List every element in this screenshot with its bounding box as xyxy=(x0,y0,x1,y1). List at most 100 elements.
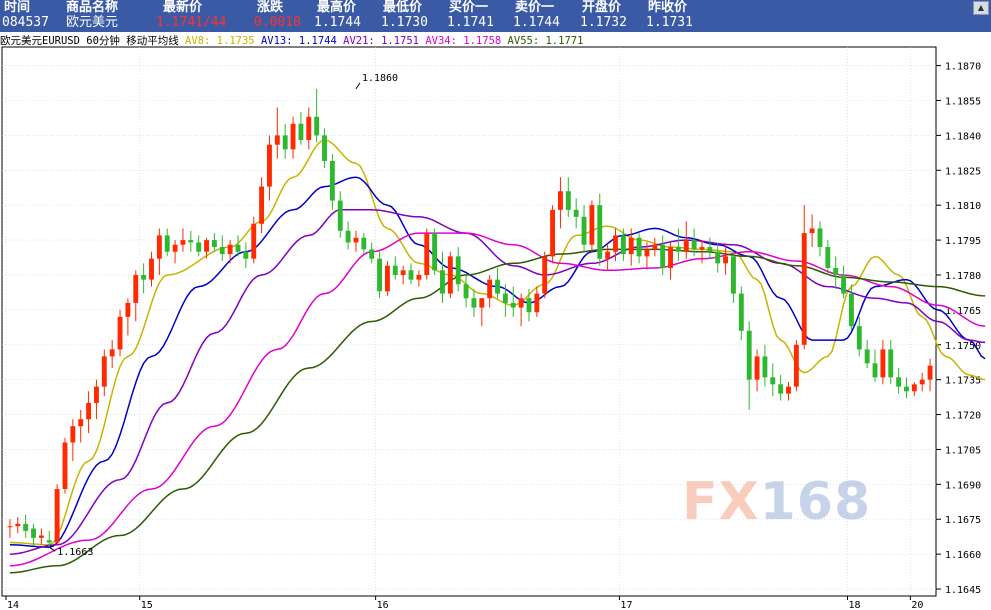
candle-up xyxy=(479,298,485,308)
candle-down xyxy=(526,298,532,313)
candle-down xyxy=(896,377,902,387)
candle-up xyxy=(809,228,815,234)
candle-down xyxy=(581,216,587,245)
y-tick-label: 1.1840 xyxy=(945,131,981,142)
y-tick-label: 1.1870 xyxy=(945,62,981,73)
candle-down xyxy=(188,240,194,243)
candle-up xyxy=(550,209,556,257)
candle-down xyxy=(817,228,823,248)
candle-down xyxy=(322,135,327,161)
candle-up xyxy=(204,240,209,252)
candle-down xyxy=(361,237,367,250)
candle-up xyxy=(589,205,595,245)
candle-up xyxy=(518,298,524,308)
candle-down xyxy=(471,298,477,308)
candle-down xyxy=(314,116,320,136)
candle-down xyxy=(337,200,343,231)
fx168-watermark-logo: FX168 xyxy=(682,474,871,530)
y-tick-label: 1.1765 xyxy=(945,306,981,317)
candle-up xyxy=(447,256,453,294)
candle-up xyxy=(274,135,280,145)
candle-down xyxy=(620,235,626,255)
candle-down xyxy=(738,293,744,331)
candle-up xyxy=(54,488,60,543)
candle-down xyxy=(573,209,579,217)
candle-down xyxy=(746,330,752,380)
candle-down xyxy=(219,247,225,255)
candle-up xyxy=(125,302,131,317)
candle-up xyxy=(558,191,563,210)
candle-up xyxy=(180,240,186,245)
candle-down xyxy=(762,356,768,378)
annotation-pointer xyxy=(355,82,361,90)
candle-up xyxy=(62,442,68,489)
candle-down xyxy=(904,386,909,392)
y-tick-label: 1.1795 xyxy=(945,236,981,247)
candle-up xyxy=(15,523,21,527)
y-tick-label: 1.1645 xyxy=(945,585,981,596)
candle-up xyxy=(424,233,430,275)
candle-up xyxy=(919,379,925,385)
candle-up xyxy=(156,235,162,259)
candle-down xyxy=(46,540,52,543)
candle-up xyxy=(628,237,634,255)
y-tick-label: 1.1825 xyxy=(945,166,981,177)
candle-up xyxy=(109,349,115,357)
candle-up xyxy=(7,526,13,528)
candle-down xyxy=(408,270,414,280)
candle-up xyxy=(38,535,44,538)
candle-up xyxy=(94,386,99,403)
x-tick-label: 20 xyxy=(911,600,923,610)
candle-down xyxy=(31,528,36,538)
candle-down xyxy=(864,349,870,364)
candle-down xyxy=(856,326,862,350)
candle-down xyxy=(345,230,351,243)
candle-up xyxy=(172,244,178,252)
candle-up xyxy=(723,256,729,264)
candle-up xyxy=(149,258,154,280)
y-tick-label: 1.1855 xyxy=(945,97,981,108)
candle-up xyxy=(353,237,359,243)
y-tick-label: 1.1810 xyxy=(945,201,981,212)
candle-down xyxy=(243,251,249,259)
candle-up xyxy=(416,274,422,280)
candle-up xyxy=(306,116,312,141)
candle-down xyxy=(432,233,438,271)
candle-down xyxy=(211,240,217,248)
x-tick-label: 17 xyxy=(620,600,632,610)
annotation-pointer xyxy=(48,546,56,552)
candle-down xyxy=(778,384,784,394)
candle-up xyxy=(683,240,689,252)
candle-down xyxy=(495,279,500,294)
x-tick-label: 18 xyxy=(848,600,860,610)
candle-down xyxy=(282,135,288,150)
y-tick-label: 1.1705 xyxy=(945,445,981,456)
candle-down xyxy=(369,249,375,259)
candle-up xyxy=(699,247,705,250)
x-tick-label: 15 xyxy=(141,600,153,610)
candle-down xyxy=(164,235,170,252)
candle-up xyxy=(911,384,917,392)
candle-up xyxy=(644,249,650,257)
x-tick-label: 16 xyxy=(377,600,389,610)
candle-down xyxy=(440,270,445,294)
candle-down xyxy=(455,256,461,285)
annotation-high-label: 1.1860 xyxy=(362,73,398,84)
candle-down xyxy=(141,274,147,280)
candle-down xyxy=(691,240,697,250)
candle-up xyxy=(133,274,139,303)
candle-up xyxy=(754,356,760,380)
candle-up xyxy=(70,426,76,443)
y-tick-label: 1.1675 xyxy=(945,515,981,526)
candle-down xyxy=(833,267,839,275)
candle-down xyxy=(377,258,382,292)
candle-up xyxy=(652,244,658,250)
candle-down xyxy=(597,205,603,259)
y-tick-label: 1.1660 xyxy=(945,550,981,561)
candle-down xyxy=(565,191,571,210)
candle-up xyxy=(542,256,548,294)
candle-down xyxy=(841,274,846,294)
y-tick-label: 1.1780 xyxy=(945,271,981,282)
watermark-fx: FX xyxy=(682,472,760,532)
candle-down xyxy=(235,244,241,252)
